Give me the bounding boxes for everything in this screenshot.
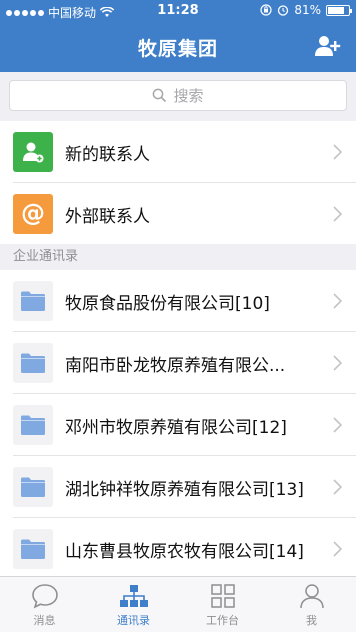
person-icon (299, 584, 324, 609)
battery-percent: 81% (294, 3, 321, 17)
section-header: 企业通讯录 (0, 244, 356, 270)
folder-icon (13, 405, 53, 445)
chevron-right-icon (333, 541, 342, 557)
org-chart-icon (119, 585, 148, 607)
department-label: 南阳市卧龙牧原养殖有限公... (65, 355, 286, 376)
chevron-right-icon (333, 206, 342, 222)
folder-icon (13, 467, 53, 507)
department-label: 牧原食品股份有限公司[10] (65, 293, 270, 314)
chevron-right-icon (333, 293, 342, 309)
folder-icon (13, 343, 53, 383)
department-row[interactable]: 邓州市牧原养殖有限公司[12] (0, 394, 356, 456)
folder-icon (13, 281, 53, 321)
orientation-lock-icon (260, 4, 272, 16)
chat-bubble-icon (31, 584, 58, 609)
department-row[interactable]: 牧原食品股份有限公司[10] (0, 270, 356, 332)
nav-bar: 牧原集团 (0, 22, 356, 72)
tab-label: 工作台 (206, 614, 239, 627)
tab-label: 消息 (33, 614, 56, 627)
grid-icon (210, 584, 235, 608)
page-title: 牧原集团 (137, 38, 218, 60)
search-area: 搜索 (0, 72, 356, 120)
add-contact-icon[interactable] (314, 34, 342, 58)
status-bar: 中国移动 11:28 81% (0, 0, 356, 22)
department-list: 牧原食品股份有限公司[10] 南阳市卧龙牧原养殖有限公... 邓州市牧原养殖有限公司… (0, 270, 356, 580)
status-right: 81% (260, 3, 352, 17)
chevron-right-icon (333, 144, 342, 160)
tab-bar: 消息 通讯录 工作台 我 (0, 576, 356, 632)
folder-icon (13, 529, 53, 569)
new-contacts-row[interactable]: 新的联系人 (0, 121, 356, 183)
chevron-right-icon (333, 479, 342, 495)
department-row[interactable]: 南阳市卧龙牧原养殖有限公... (0, 332, 356, 394)
department-label: 邓州市牧原养殖有限公司[12] (65, 417, 287, 438)
chevron-right-icon (333, 417, 342, 433)
tab-label: 我 (306, 614, 317, 627)
department-label: 湖北钟祥牧原养殖有限公司[13] (65, 479, 304, 500)
department-label: 山东曹县牧原农牧有限公司[14] (65, 541, 304, 562)
tab-messages[interactable]: 消息 (0, 577, 89, 632)
tab-me[interactable]: 我 (267, 577, 356, 632)
tab-contacts[interactable]: 通讯录 (89, 577, 178, 632)
tab-label: 通讯录 (117, 614, 150, 627)
external-contacts-label: 外部联系人 (65, 206, 150, 227)
search-input[interactable]: 搜索 (9, 80, 347, 111)
search-icon (153, 88, 167, 103)
svg-text:@: @ (21, 200, 45, 227)
tab-workbench[interactable]: 工作台 (178, 577, 267, 632)
alarm-icon (278, 5, 289, 16)
contact-shortcuts: 新的联系人 @ 外部联系人 (0, 121, 356, 245)
search-placeholder: 搜索 (173, 87, 204, 105)
battery-icon (326, 4, 352, 16)
department-row[interactable]: 山东曹县牧原农牧有限公司[14] (0, 518, 356, 580)
external-contacts-row[interactable]: @ 外部联系人 (0, 183, 356, 245)
external-contact-icon: @ (13, 194, 53, 234)
department-row[interactable]: 湖北钟祥牧原养殖有限公司[13] (0, 456, 356, 518)
new-contact-icon (13, 132, 53, 172)
new-contacts-label: 新的联系人 (65, 144, 150, 165)
chevron-right-icon (333, 355, 342, 371)
